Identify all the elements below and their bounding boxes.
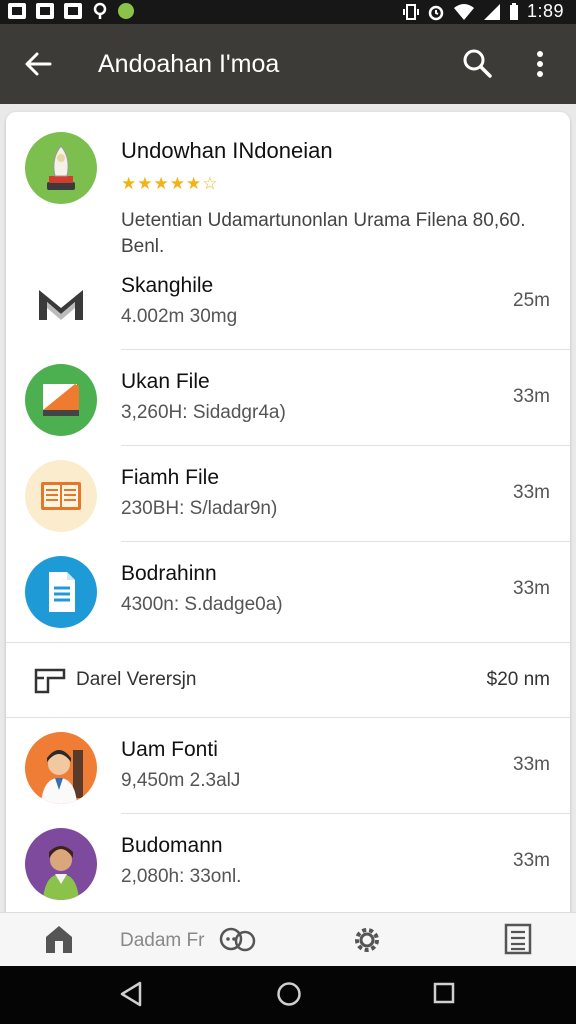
- rating-stars: ★★★★★☆: [121, 174, 219, 193]
- item-name: Uam Fonti: [121, 738, 218, 761]
- folder-icon: [34, 668, 66, 694]
- item-details: 4300n: S.dadge0a): [121, 594, 283, 615]
- bottom-navigation: Dadam Fr: [0, 912, 576, 967]
- list-item[interactable]: Skanghile 4.002m 30mg 25m: [6, 254, 570, 350]
- location-notification-icon: [93, 2, 107, 19]
- list-item[interactable]: Bodrahinn 4300n: S.dadge0a) 33m: [6, 542, 570, 638]
- status-time: 1:89: [526, 1, 564, 21]
- item-time: 33m: [513, 754, 550, 775]
- section-header[interactable]: Darel Verersjn $20 nm: [6, 642, 570, 718]
- home-icon[interactable]: [44, 923, 74, 955]
- signal-icon: [483, 3, 500, 20]
- settings-gear-icon[interactable]: [350, 923, 384, 957]
- featured-title: Undowhan INdoneian: [121, 138, 333, 163]
- item-icon: [25, 364, 97, 436]
- item-icon: [25, 556, 97, 628]
- system-back-icon[interactable]: [119, 981, 143, 1007]
- item-icon: [25, 828, 97, 900]
- download-list: Undowhan INdoneian ★★★★★☆ Uetentian Udam…: [6, 112, 570, 912]
- mail-icon: [39, 290, 83, 320]
- photo-notification-icon: [64, 3, 82, 19]
- featured-item[interactable]: Undowhan INdoneian ★★★★★☆ Uetentian Udam…: [6, 112, 570, 262]
- item-details: 3,260H: Sidadgr4a): [121, 402, 286, 423]
- item-name: Skanghile: [121, 274, 214, 297]
- featured-description: Uetentian Udamartunonlan Urama Filenа 80…: [121, 210, 526, 257]
- person-avatar-icon: [41, 750, 83, 804]
- item-icon: [25, 268, 97, 340]
- item-time: 33m: [513, 578, 550, 599]
- item-name: Bodrahinn: [121, 562, 217, 585]
- list-item[interactable]: Fiamh File 230BH: S/ladar9n) 33m: [6, 446, 570, 542]
- item-time: 33m: [513, 386, 550, 407]
- section-value: $20 nm: [486, 669, 550, 690]
- status-notifications: [8, 2, 134, 20]
- wifi-icon: [453, 3, 474, 20]
- item-details: 9,450m 2.3alJ: [121, 770, 241, 791]
- system-navigation-bar: [0, 966, 576, 1024]
- item-time: 33m: [513, 482, 550, 503]
- item-details: 230BH: S/ladar9n): [121, 498, 278, 519]
- item-icon: [25, 460, 97, 532]
- featured-app-icon: [25, 132, 97, 204]
- chat-icon[interactable]: [218, 925, 256, 955]
- document-list-icon[interactable]: [504, 923, 532, 955]
- page-title: Andoahan I'moa: [98, 50, 280, 78]
- image-notification-icon: [8, 3, 26, 19]
- list-item[interactable]: Budomann 2,080h: 33onl. 33m: [6, 814, 570, 910]
- item-time: 33m: [513, 850, 550, 871]
- item-details: 2,080h: 33onl.: [121, 866, 242, 887]
- book-icon: [41, 482, 81, 510]
- list-item[interactable]: Uam Fonti 9,450m 2.3alJ 33m: [6, 718, 570, 814]
- item-details: 4.002m 30mg: [121, 306, 238, 327]
- list-item[interactable]: Ukan File 3,260H: Sidadgr4a) 33m: [6, 350, 570, 446]
- item-name: Fiamh File: [121, 466, 220, 489]
- status-indicators: 1:89: [402, 1, 564, 22]
- item-name: Budomann: [121, 834, 223, 857]
- app-notification-icon: [118, 3, 134, 19]
- person-avatar-icon: [43, 846, 79, 900]
- system-recents-icon[interactable]: [432, 981, 456, 1005]
- more-options-icon[interactable]: [526, 50, 554, 78]
- lamp-icon: [47, 145, 75, 190]
- status-bar: 1:89: [0, 0, 576, 24]
- alarm-icon: [428, 5, 444, 20]
- item-icon: [25, 732, 97, 804]
- search-icon[interactable]: [462, 48, 492, 78]
- battery-icon: [509, 2, 518, 20]
- section-label: Darel Verersjn: [76, 669, 197, 690]
- item-name: Ukan File: [121, 370, 210, 393]
- bottom-nav-label[interactable]: Dadam Fr: [120, 930, 204, 952]
- gallery-notification-icon: [36, 3, 54, 19]
- app-bar: Andoahan I'moa: [0, 24, 576, 104]
- divider: [6, 642, 570, 643]
- back-arrow-icon[interactable]: [22, 48, 54, 80]
- file-icon: [49, 572, 75, 612]
- document-edit-icon: [43, 384, 79, 416]
- vibrate-icon: [402, 3, 419, 20]
- item-time: 25m: [513, 290, 550, 311]
- system-home-icon[interactable]: [276, 981, 302, 1007]
